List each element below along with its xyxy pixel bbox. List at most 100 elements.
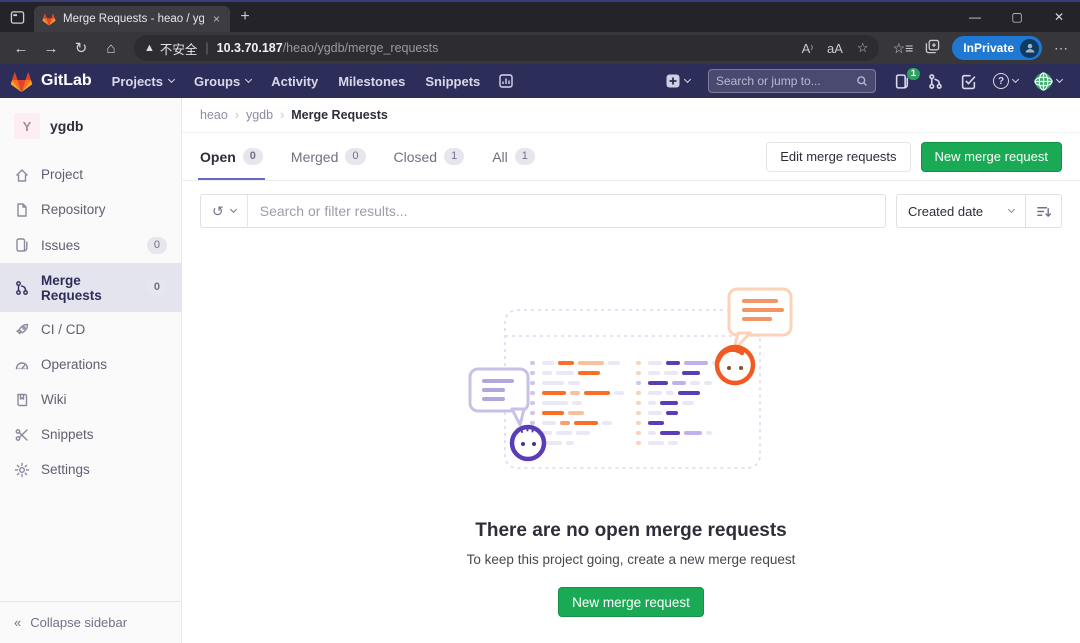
main-content: heao › ygdb › Merge Requests Open0 Merge…	[182, 98, 1080, 643]
mr-count-pill: 0	[147, 279, 167, 296]
warning-triangle-icon: ▲	[144, 42, 155, 54]
read-aloud-icon[interactable]: A⁾	[802, 41, 813, 56]
charts-icon[interactable]	[490, 64, 522, 98]
gitlab-brand[interactable]: GitLab	[10, 70, 92, 93]
address-bar[interactable]: ▲ 不安全 | 10.3.70.187/heao/ygdb/merge_requ…	[134, 35, 879, 61]
sidebar-item-settings[interactable]: Settings	[0, 452, 181, 487]
chevron-down-icon	[1056, 76, 1063, 83]
nav-milestones[interactable]: Milestones	[328, 64, 415, 98]
translate-icon[interactable]: aA	[827, 41, 843, 56]
gear-icon	[14, 462, 30, 478]
global-search[interactable]	[708, 69, 876, 93]
home-icon[interactable]: ⌂	[96, 34, 126, 62]
file-icon	[14, 202, 30, 218]
tab-all[interactable]: All1	[492, 133, 535, 180]
breadcrumb-group[interactable]: heao	[200, 108, 228, 122]
recent-searches-button[interactable]: ↺	[201, 195, 248, 227]
browser-tab[interactable]: Merge Requests - heao / ygdb ×	[34, 6, 230, 32]
merge-requests-icon[interactable]	[919, 64, 952, 98]
chevron-down-icon	[245, 76, 252, 83]
collapse-sidebar-button[interactable]: « Collapse sidebar	[0, 601, 181, 643]
window-close-icon[interactable]: ✕	[1038, 2, 1080, 32]
gauge-icon	[14, 357, 30, 373]
empty-new-merge-request-button[interactable]: New merge request	[558, 587, 704, 617]
merge-request-illustration	[466, 283, 796, 478]
chevron-down-icon	[230, 206, 237, 213]
browser-menu-icon[interactable]: ⋯	[1054, 40, 1068, 57]
project-avatar: Y	[14, 113, 40, 139]
forward-icon[interactable]: →	[36, 34, 66, 62]
user-avatar[interactable]	[1026, 64, 1070, 98]
new-menu-icon[interactable]	[657, 64, 698, 98]
url-text: 10.3.70.187/heao/ygdb/merge_requests	[217, 41, 439, 55]
nav-snippets[interactable]: Snippets	[415, 64, 490, 98]
refresh-icon[interactable]: ↻	[66, 34, 96, 62]
sidebar-item-snippets[interactable]: Snippets	[0, 417, 181, 452]
issues-count-pill: 0	[147, 237, 167, 254]
sort-descending-icon	[1036, 204, 1051, 219]
empty-state-title: There are no open merge requests	[475, 520, 787, 542]
sort-direction-button[interactable]	[1026, 194, 1062, 228]
browser-toolbar: ← → ↻ ⌂ ▲ 不安全 | 10.3.70.187/heao/ygdb/me…	[0, 32, 1080, 64]
profile-avatar	[1020, 39, 1039, 58]
project-name: ygdb	[50, 118, 83, 134]
home-icon	[14, 167, 30, 183]
window-minimize-icon[interactable]: —	[954, 2, 996, 32]
rocket-icon	[14, 322, 30, 338]
sidebar-item-wiki[interactable]: Wiki	[0, 382, 181, 417]
sidebar-item-project[interactable]: Project	[0, 157, 181, 192]
breadcrumb-project[interactable]: ygdb	[246, 108, 273, 122]
tab-closed[interactable]: Closed1	[394, 133, 465, 180]
tab-close-icon[interactable]: ×	[211, 12, 222, 26]
collections-icon[interactable]	[925, 39, 940, 57]
browser-titlebar: Merge Requests - heao / ygdb × + — ▢ ✕	[0, 0, 1080, 32]
sidebar-item-repository[interactable]: Repository	[0, 192, 181, 227]
favorites-icon[interactable]: ☆≡	[893, 40, 914, 57]
collapse-icon: «	[14, 615, 21, 630]
gitlab-logo-icon	[10, 70, 33, 93]
tab-merged[interactable]: Merged0	[291, 133, 366, 180]
chevron-down-icon	[1008, 206, 1015, 213]
issues-icon	[14, 237, 30, 253]
nav-projects[interactable]: Projects	[102, 64, 184, 98]
new-merge-request-button[interactable]: New merge request	[921, 142, 1062, 172]
new-tab-button[interactable]: +	[230, 8, 260, 26]
nav-activity[interactable]: Activity	[261, 64, 328, 98]
empty-state-subtitle: To keep this project going, create a new…	[467, 552, 796, 567]
tab-open[interactable]: Open0	[200, 133, 263, 180]
add-favorite-icon[interactable]: ☆	[857, 40, 869, 56]
screen: Merge Requests - heao / ygdb × + — ▢ ✕ ←…	[0, 0, 1080, 643]
breadcrumb-current: Merge Requests	[291, 108, 388, 122]
gitlab-favicon	[42, 12, 56, 26]
back-icon[interactable]: ←	[6, 34, 36, 62]
window-maximize-icon[interactable]: ▢	[996, 2, 1038, 32]
project-header[interactable]: Y ygdb	[0, 98, 181, 157]
book-icon	[14, 392, 30, 408]
breadcrumb: heao › ygdb › Merge Requests	[182, 98, 1080, 133]
search-icon	[856, 75, 868, 87]
sidebar-item-merge-requests[interactable]: Merge Requests 0	[0, 263, 181, 312]
global-search-input[interactable]	[716, 74, 850, 88]
issues-count-badge: 1	[907, 68, 920, 80]
sidebar-item-cicd[interactable]: CI / CD	[0, 312, 181, 347]
tab-title: Merge Requests - heao / ygdb	[63, 13, 204, 25]
sidebar-item-operations[interactable]: Operations	[0, 347, 181, 382]
sidebar-item-issues[interactable]: Issues 0	[0, 227, 181, 263]
inprivate-badge[interactable]: InPrivate	[952, 36, 1042, 60]
gitlab-navbar: GitLab Projects Groups Activity Mileston…	[0, 64, 1080, 98]
edit-merge-requests-button[interactable]: Edit merge requests	[766, 142, 910, 172]
help-icon[interactable]: ?	[985, 64, 1026, 98]
empty-state: There are no open merge requests To keep…	[182, 241, 1080, 643]
sort-dropdown[interactable]: Created date	[896, 194, 1026, 228]
chevron-down-icon	[168, 76, 175, 83]
not-secure-warning[interactable]: ▲ 不安全	[144, 39, 197, 58]
filtered-search[interactable]: ↺	[200, 194, 886, 228]
filter-search-input[interactable]	[248, 203, 885, 219]
chevron-down-icon	[1012, 76, 1019, 83]
filter-bar: ↺ Created date	[182, 181, 1080, 241]
vertical-tabs-icon[interactable]	[0, 2, 34, 32]
nav-groups[interactable]: Groups	[184, 64, 261, 98]
todos-icon[interactable]	[952, 64, 985, 98]
scissors-icon	[14, 427, 30, 443]
issues-counter-icon[interactable]: 1	[886, 64, 919, 98]
